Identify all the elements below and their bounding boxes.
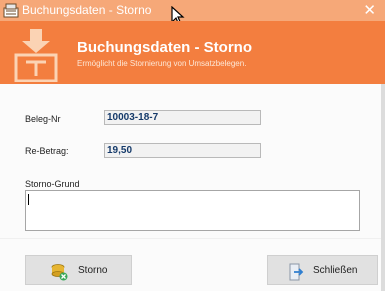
header-title: Buchungsdaten - Storno [77, 39, 252, 56]
header-subtitle: Ermöglicht die Stornierung von Umsatzbel… [77, 59, 247, 68]
close-icon[interactable]: ✕ [363, 1, 376, 20]
dialog-window: Buchungsdaten - Storno ✕ Buchungsdaten -… [0, 0, 385, 291]
app-icon [3, 3, 19, 18]
beleg-nr-label: Beleg-Nr [25, 114, 61, 124]
storno-button[interactable]: Storno [25, 255, 132, 285]
coins-cancel-icon [51, 264, 68, 281]
storno-button-label: Storno [78, 265, 108, 276]
window-edge [381, 84, 385, 291]
storno-grund-input[interactable] [25, 190, 360, 231]
text-caret [28, 194, 29, 205]
title-bar[interactable]: Buchungsdaten - Storno ✕ [0, 0, 385, 21]
window-title: Buchungsdaten - Storno [22, 3, 152, 17]
divider [0, 238, 381, 239]
exit-door-icon [289, 263, 304, 281]
header-banner: Buchungsdaten - Storno Ermöglicht die St… [0, 21, 385, 84]
beleg-nr-field[interactable]: 10003-18-7 [104, 110, 261, 125]
cancel-document-icon [14, 29, 58, 82]
storno-grund-label: Storno-Grund [25, 179, 80, 189]
schliessen-button-label: Schließen [313, 265, 358, 276]
re-betrag-field[interactable]: 19,50 [104, 143, 261, 158]
schliessen-button[interactable]: Schließen [267, 255, 378, 285]
re-betrag-label: Re-Betrag: [25, 146, 69, 156]
